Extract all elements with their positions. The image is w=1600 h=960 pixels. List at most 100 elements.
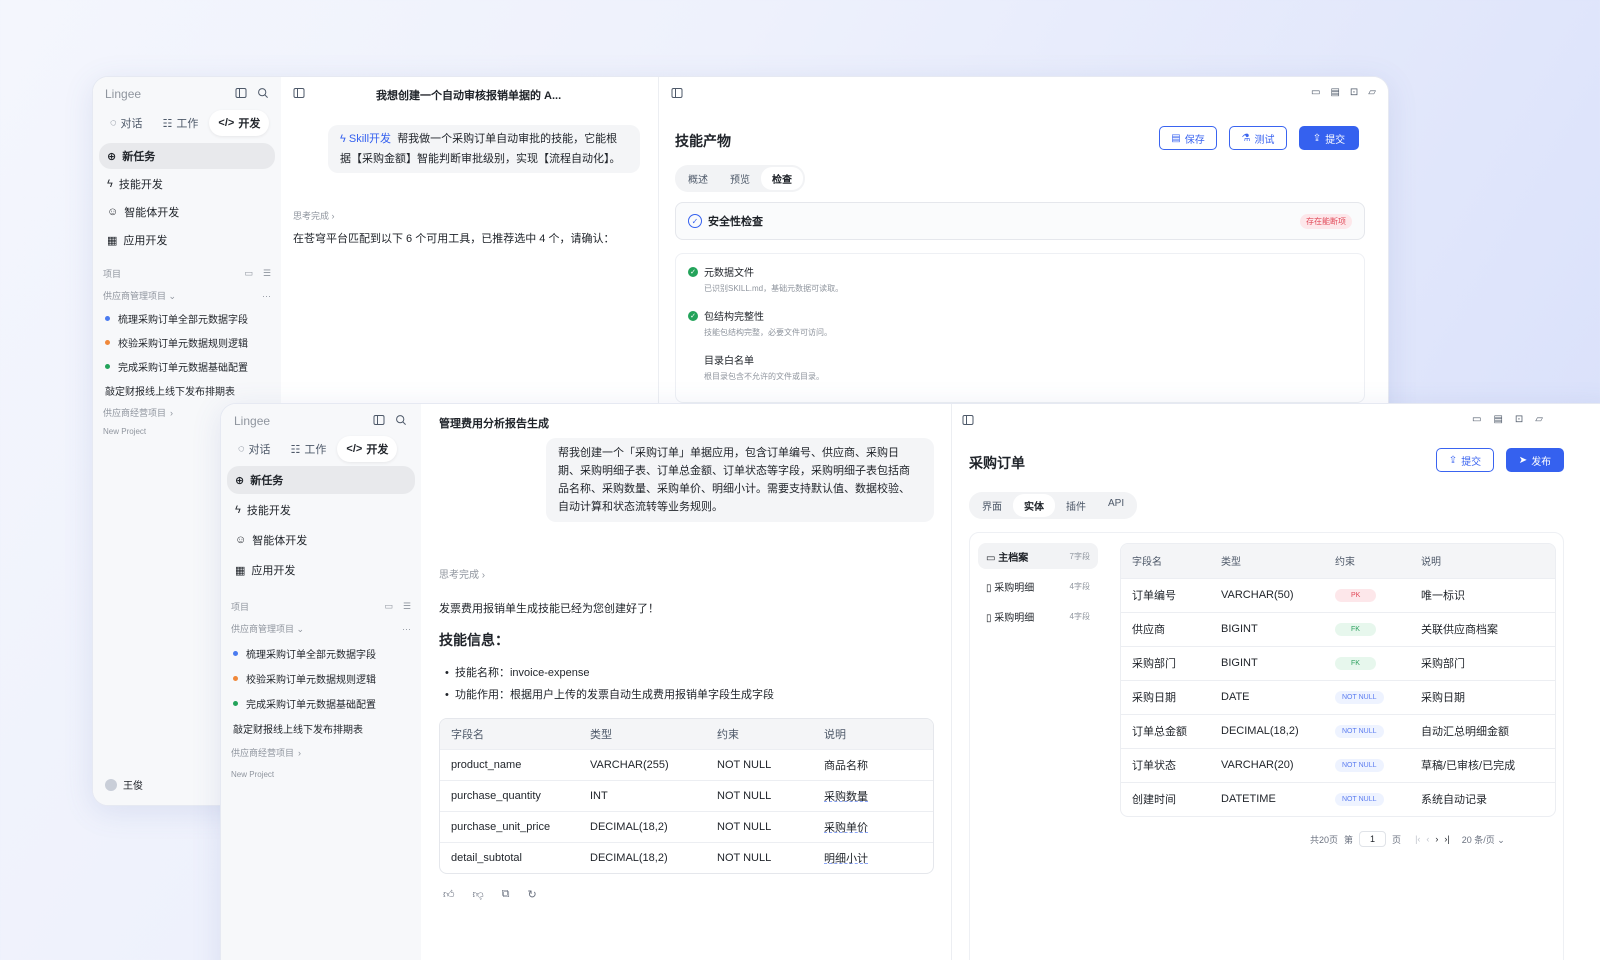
think-status[interactable]: 思考完成 › <box>293 209 335 222</box>
list-icon[interactable]: ☰ <box>403 601 411 612</box>
new-project-link[interactable]: New Project <box>231 770 411 779</box>
table-row[interactable]: 采购日期 DATE NOT NULL 采购日期 <box>1121 680 1555 714</box>
tab-interface[interactable]: 界面 <box>971 494 1013 517</box>
nav-skill-dev[interactable]: ϟ 技能开发 <box>227 496 415 524</box>
list-icon[interactable]: ☰ <box>263 268 271 279</box>
user-prompt: 帮我创建一个「采购订单」单据应用，包含订单编号、供应商、采购日 期、采购明细子表… <box>546 438 934 522</box>
status-dot <box>105 364 110 369</box>
security-check-card[interactable]: ✓ 安全性检查 存在能断项 <box>675 202 1365 240</box>
skill-tag: ϟ Skill开发 <box>340 133 392 145</box>
field-desc: 系统自动记录 <box>1421 794 1487 807</box>
task-standalone[interactable]: 敲定财报线上线下发布排期表 <box>233 721 363 736</box>
tab-chat[interactable]: ◌ 对话 <box>101 110 152 136</box>
page-input[interactable]: 1 <box>1359 831 1387 847</box>
search-icon[interactable] <box>257 87 269 99</box>
entity-item[interactable]: ▯ 采购明细 4字段 <box>978 603 1098 629</box>
page-size-select[interactable]: 20 条/页 ⌄ <box>1462 833 1505 846</box>
thumbs-up-icon[interactable]: 👍︎ <box>443 888 455 901</box>
folder-icon[interactable]: ▱ <box>1368 87 1376 98</box>
task-item[interactable]: 校验采购订单元数据规则逻辑 <box>233 671 376 686</box>
nav-app-dev[interactable]: ▦ 应用开发 <box>99 227 275 253</box>
submit-button[interactable]: ⇪ 提交 <box>1299 126 1359 150</box>
folder-add-icon[interactable]: ▭ <box>384 601 393 612</box>
tab-entity[interactable]: 实体 <box>1013 494 1055 517</box>
copy-icon[interactable]: ⧉ <box>502 888 510 901</box>
user-prompt: ϟ Skill开发 帮我做一个采购订单自动审批的技能，它能根 据【采购金额】智能… <box>328 125 640 173</box>
table-row[interactable]: 供应商 BIGINT FK 关联供应商档案 <box>1121 612 1555 646</box>
nav-app-dev[interactable]: ▦ 应用开发 <box>227 556 415 584</box>
publish-button[interactable]: ➤ 发布 <box>1506 448 1564 472</box>
download-icon[interactable]: ⊡ <box>1350 87 1358 98</box>
nav-new-task[interactable]: ⊕ 新任务 <box>227 466 415 494</box>
sidebar-toggle-icon[interactable] <box>235 87 247 99</box>
tab-dev[interactable]: </> 开发 <box>337 436 398 462</box>
folder-icon: ▭ <box>986 552 996 564</box>
tab-plugin[interactable]: 插件 <box>1055 494 1097 517</box>
table-cell: 自动汇总明细金额 <box>1421 714 1555 748</box>
table-row[interactable]: 订单状态 VARCHAR(20) NOT NULL 草稿/已审核/已完成 <box>1121 748 1555 782</box>
tab-work[interactable]: ☷ 工作 <box>154 110 208 136</box>
task-item[interactable]: 完成采购订单元数据基础配置 <box>233 696 376 711</box>
submit-button[interactable]: ⇪ 提交 <box>1436 448 1494 472</box>
table-row[interactable]: 采购部门 BIGINT FK 采购部门 <box>1121 646 1555 680</box>
tab-check[interactable]: 检查 <box>761 167 803 190</box>
more-icon[interactable]: ··· <box>262 291 271 301</box>
project-group-1[interactable]: 供应商管理项目 ⌄ ··· <box>103 289 271 302</box>
first-page-icon[interactable]: |‹ <box>1415 834 1420 844</box>
entity-item[interactable]: ▯ 采购明细 4字段 <box>978 573 1098 599</box>
tab-dev[interactable]: </> 开发 <box>209 110 270 136</box>
field-desc: 采购部门 <box>1421 658 1465 670</box>
next-page-icon[interactable]: › <box>1435 834 1438 844</box>
thumbs-down-icon[interactable]: 👎︎ <box>473 888 484 901</box>
panel-toggle-icon[interactable] <box>962 414 974 426</box>
folder-icon[interactable]: ▱ <box>1535 414 1543 425</box>
sidebar-toggle-icon[interactable] <box>373 414 385 426</box>
tab-preview[interactable]: 预览 <box>719 167 761 190</box>
download-icon[interactable]: ⊡ <box>1515 414 1523 425</box>
nav-skill-dev[interactable]: ϟ 技能开发 <box>99 171 275 197</box>
field-desc: 自动汇总明细金额 <box>1421 726 1509 738</box>
image-icon[interactable]: ▤ <box>1493 414 1502 425</box>
tab-overview[interactable]: 概述 <box>677 167 719 190</box>
prev-page-icon[interactable]: ‹ <box>1426 834 1429 844</box>
layout-icon[interactable]: ▭ <box>1311 87 1320 98</box>
pagination: 共20页 第 1 页 |‹ ‹ › ›| 20 条/页 ⌄ <box>1310 831 1505 847</box>
think-status[interactable]: 思考完成 › <box>439 566 485 581</box>
user-avatar[interactable]: 王俊 <box>105 777 143 792</box>
chat-title: 我想创建一个自动审核报销单据的 A... <box>376 90 562 102</box>
nav-agent-dev[interactable]: ☺ 智能体开发 <box>99 199 275 225</box>
project-group-2[interactable]: 供应商经营项目 › <box>231 746 411 759</box>
refresh-icon[interactable]: ↻ <box>528 888 537 901</box>
entity-item[interactable]: ▭ 主档案 7字段 <box>978 543 1098 569</box>
table-row[interactable]: 订单编号 VARCHAR(50) PK 唯一标识 <box>1121 578 1555 612</box>
task-standalone[interactable]: 敲定财报线上线下发布排期表 <box>105 383 235 398</box>
save-button[interactable]: ▤ 保存 <box>1159 126 1217 150</box>
tab-work[interactable]: ☷ 工作 <box>282 436 336 462</box>
task-item[interactable]: 梳理采购订单全部元数据字段 <box>105 311 248 326</box>
grid-icon: ▦ <box>235 564 246 577</box>
table-row[interactable]: 创建时间 DATETIME NOT NULL 系统自动记录 <box>1121 782 1555 816</box>
last-page-icon[interactable]: ›| <box>1444 834 1449 844</box>
layout-icon[interactable]: ▭ <box>1472 414 1481 425</box>
task-item[interactable]: 梳理采购订单全部元数据字段 <box>233 646 376 661</box>
panel-toggle-icon[interactable] <box>293 87 305 99</box>
task-item[interactable]: 校验采购订单元数据规则逻辑 <box>105 335 248 350</box>
image-icon[interactable]: ▤ <box>1330 87 1339 98</box>
panel-toggle-icon[interactable] <box>671 87 683 99</box>
table-cell: 订单总金额 <box>1121 714 1221 748</box>
table-row: purchase_quantity INT NOT NULL 采购数量 <box>440 780 933 811</box>
task-item[interactable]: 完成采购订单元数据基础配置 <box>105 359 248 374</box>
nav-agent-dev[interactable]: ☺ 智能体开发 <box>227 526 415 554</box>
tab-api[interactable]: API <box>1097 494 1135 517</box>
nav-new-task[interactable]: ⊕ 新任务 <box>99 143 275 169</box>
field-name: 供应商 <box>1132 624 1165 636</box>
chat-icon: ◌ <box>238 443 245 455</box>
more-icon[interactable]: ··· <box>402 624 411 634</box>
tab-chat[interactable]: ◌ 对话 <box>229 436 280 462</box>
test-button[interactable]: ⚗ 测试 <box>1229 126 1287 150</box>
search-icon[interactable] <box>395 414 407 426</box>
project-group-1[interactable]: 供应商管理项目 ⌄ ··· <box>231 622 411 635</box>
folder-add-icon[interactable]: ▭ <box>244 268 253 279</box>
table-row[interactable]: 订单总金额 DECIMAL(18,2) NOT NULL 自动汇总明细金额 <box>1121 714 1555 748</box>
table-cell: BIGINT <box>1221 612 1335 646</box>
